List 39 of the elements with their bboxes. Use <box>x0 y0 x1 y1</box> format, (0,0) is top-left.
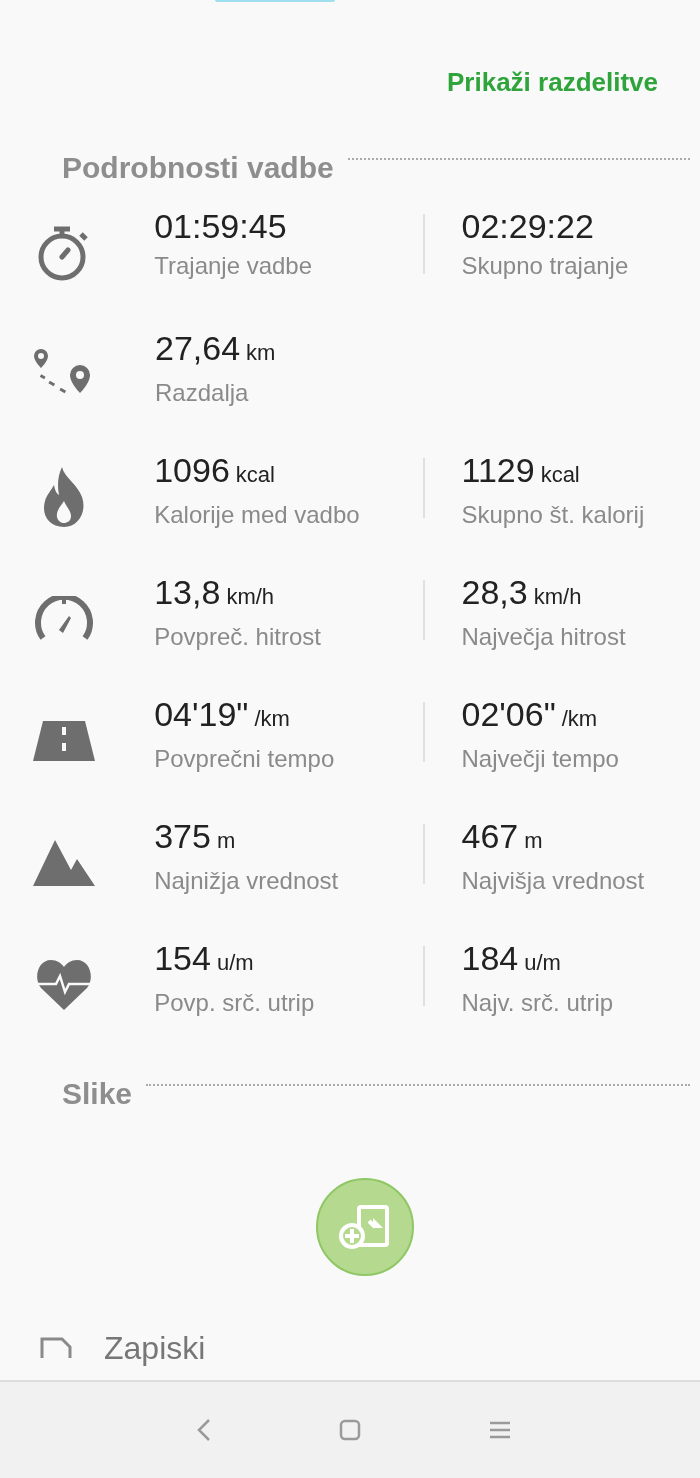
road-icon <box>32 721 95 761</box>
note-icon <box>40 1336 72 1360</box>
metric-value: 1129 kcal <box>461 450 581 491</box>
section-heading: Podrobnosti vadbe <box>62 150 334 186</box>
mountain-icon <box>32 840 95 886</box>
metric-label: Kalorije med vadbo <box>154 500 361 530</box>
metric-label: Najnižja vrednost <box>154 866 340 896</box>
metric-value: 375 m <box>154 816 237 857</box>
metric-label: Razdalja <box>155 378 250 408</box>
metric-label: Povp. srč. utrip <box>154 988 316 1018</box>
metric-label: Povpreč. hitrost <box>154 622 322 652</box>
metric-value: 1096 kcal <box>154 450 276 491</box>
metric-label: Povprečni tempo <box>154 744 336 774</box>
metric-value: 13,8 km/h <box>154 572 276 613</box>
speedometer-icon <box>32 596 95 642</box>
metric-label: Najvišja vrednost <box>461 866 646 896</box>
metric-label: Najv. srč. utrip <box>461 988 615 1018</box>
metric-label: Skupno trajanje <box>461 251 630 281</box>
metric-label: Skupno št. kalorij <box>461 500 646 530</box>
menu-icon[interactable] <box>489 1421 511 1439</box>
metric-label: Trajanje vadbe <box>154 251 314 281</box>
show-splits-link[interactable]: Prikaži razdelitve <box>447 62 658 102</box>
notes-heading: Zapiski <box>104 1329 206 1368</box>
metric-value: 184 u/m <box>461 938 562 979</box>
metric-value: 02:29:22 <box>461 206 595 247</box>
metric-value: 02'06" /km <box>461 694 599 735</box>
section-heading: Slike <box>62 1076 133 1112</box>
metric-label: Največji tempo <box>461 744 620 774</box>
metric-value: 154 u/m <box>154 938 255 979</box>
metric-value: 467 m <box>461 816 544 857</box>
home-icon[interactable] <box>339 1419 361 1441</box>
metric-label: Največja hitrost <box>461 622 627 652</box>
metric-value: 04'19" /km <box>154 694 291 735</box>
heart-rate-icon <box>35 960 92 1010</box>
back-icon[interactable] <box>197 1418 211 1442</box>
metric-value: 28,3 km/h <box>461 572 583 613</box>
metric-value: 27,64 km <box>155 328 277 369</box>
metric-value: 01:59:45 <box>154 206 288 247</box>
add-image-icon <box>339 1204 391 1250</box>
